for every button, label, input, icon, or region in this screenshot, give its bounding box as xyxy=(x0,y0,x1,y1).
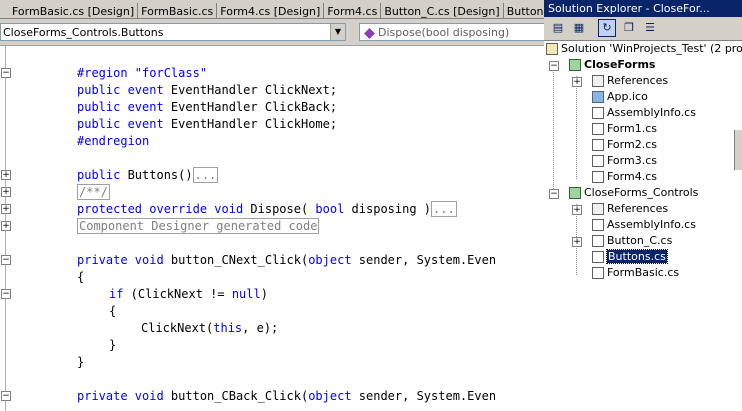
class-dropdown[interactable]: CloseForms_Controls.Buttons ▼ xyxy=(0,23,346,41)
explorer-toolbar: ▤ ▦ ↻ ❐ ☰ xyxy=(544,17,742,41)
code-editor[interactable]: FormBasic.cs [Design] FormBasic.cs Form4.c… xyxy=(0,0,544,411)
code-line: Component Designer generated code xyxy=(77,218,320,235)
collapsed-region[interactable]: Component Designer generated code xyxy=(77,218,320,234)
code-line: public event EventHandler ClickNext; xyxy=(77,83,338,97)
tab-button-c-design[interactable]: Button_C.cs [Design] xyxy=(381,3,504,18)
expand-constructor-icon[interactable]: + xyxy=(1,170,11,180)
view-code-icon[interactable]: ▤ xyxy=(550,20,566,36)
expand-dispose-icon[interactable]: + xyxy=(1,204,11,214)
expand-designer-code-icon[interactable]: + xyxy=(1,221,11,231)
method-icon xyxy=(364,27,375,39)
tree-connector xyxy=(576,76,577,180)
cs-file-icon xyxy=(592,107,604,119)
solution-icon xyxy=(546,43,558,55)
form-file-icon xyxy=(592,171,604,183)
show-all-files-icon[interactable]: ❐ xyxy=(621,20,637,36)
control-file-icon xyxy=(592,235,604,247)
tree-item[interactable]: Form3.cs xyxy=(592,153,657,169)
tree-item-selected[interactable]: Buttons.cs xyxy=(592,249,668,265)
references-icon xyxy=(592,75,604,87)
refresh-icon[interactable]: ↻ xyxy=(598,19,616,37)
form-file-icon xyxy=(592,267,604,279)
code-line: { xyxy=(77,270,85,284)
tree-item[interactable]: App.ico xyxy=(592,89,648,105)
code-line: private void button_CNext_Click(object s… xyxy=(77,253,497,267)
code-line: #region "forClass" xyxy=(77,66,208,80)
expand-icon[interactable]: + xyxy=(572,77,582,87)
form-file-icon xyxy=(592,139,604,151)
collapse-icon[interactable]: − xyxy=(549,189,559,199)
project-node-closeforms-controls[interactable]: CloseForms_Controls xyxy=(569,185,698,201)
code-line: #endregion xyxy=(77,134,150,148)
image-file-icon xyxy=(592,91,604,103)
expand-comment-icon[interactable]: + xyxy=(1,187,11,197)
navigation-bar: CloseForms_Controls.Buttons ▼ Dispose(bo… xyxy=(0,19,544,46)
code-line: public Buttons()... xyxy=(77,167,219,183)
code-area[interactable]: #region "forClass" public event EventHan… xyxy=(14,46,544,411)
code-line: ClickNext(this, e); xyxy=(141,321,279,335)
scrollbar[interactable] xyxy=(734,130,742,170)
collapse-region-icon[interactable]: − xyxy=(1,68,11,78)
csharp-project-icon xyxy=(569,59,581,71)
collapsed-comment[interactable]: /**/ xyxy=(77,184,110,200)
tab-form4-design[interactable]: Form4.cs [Design] xyxy=(217,3,325,18)
references-icon xyxy=(592,203,604,215)
collapsed-block[interactable]: ... xyxy=(192,167,219,183)
code-line: public event EventHandler ClickBack; xyxy=(77,100,338,114)
expand-icon[interactable]: + xyxy=(572,205,582,215)
tree-item[interactable]: AssemblyInfo.cs xyxy=(592,217,696,233)
tab-buttons-design[interactable]: Buttons.cs [De xyxy=(504,3,544,18)
tree-item[interactable]: References xyxy=(592,73,668,89)
collapsed-block[interactable]: ... xyxy=(431,201,457,217)
tree-connector xyxy=(553,68,554,200)
code-line: { xyxy=(109,304,117,318)
solution-tree[interactable]: Solution 'WinProjects_Test' (2 pro − Clo… xyxy=(544,40,742,411)
solution-node[interactable]: Solution 'WinProjects_Test' (2 pro xyxy=(546,41,742,57)
tab-formbasic[interactable]: FormBasic.cs xyxy=(138,3,218,18)
collapse-method2-icon[interactable]: − xyxy=(1,391,11,401)
class-dropdown-value: CloseForms_Controls.Buttons xyxy=(3,26,164,39)
code-line: private void button_CBack_Click(object s… xyxy=(77,389,497,403)
code-line: } xyxy=(77,355,85,369)
tree-item[interactable]: Form4.cs xyxy=(592,169,657,185)
member-dropdown[interactable]: Dispose(bool disposing) xyxy=(359,23,544,41)
chevron-down-icon[interactable]: ▼ xyxy=(330,24,345,40)
expand-icon[interactable]: + xyxy=(572,237,582,247)
collapse-method-icon[interactable]: − xyxy=(1,255,11,265)
code-line: /**/ xyxy=(77,184,110,201)
tree-item[interactable]: AssemblyInfo.cs xyxy=(592,105,696,121)
tree-item[interactable]: Form2.cs xyxy=(592,137,657,153)
form-file-icon xyxy=(592,123,604,135)
tree-item[interactable]: FormBasic.cs xyxy=(592,265,679,281)
properties-icon[interactable]: ☰ xyxy=(642,20,658,36)
solution-explorer-title: Solution Explorer - CloseFor... xyxy=(544,0,742,17)
form-file-icon xyxy=(592,155,604,167)
code-line: if (ClickNext != null) xyxy=(109,287,268,301)
collapse-icon[interactable]: − xyxy=(549,61,559,71)
tab-formbasic-design[interactable]: FormBasic.cs [Design] xyxy=(0,3,139,18)
solution-explorer: Solution Explorer - CloseFor... ▤ ▦ ↻ ❐ … xyxy=(544,0,742,411)
code-line: protected override void Dispose( bool di… xyxy=(77,201,457,217)
tree-item[interactable]: Button_C.cs xyxy=(592,233,672,249)
collapse-if-icon[interactable]: − xyxy=(1,289,11,299)
tab-form4[interactable]: Form4.cs xyxy=(324,3,382,18)
tree-item[interactable]: Form1.cs xyxy=(592,121,657,137)
control-file-icon xyxy=(592,251,604,263)
member-dropdown-value: Dispose(bool disposing) xyxy=(378,26,510,39)
outline-gutter: − + + + + − − − xyxy=(0,46,12,411)
tree-item[interactable]: References xyxy=(592,201,668,217)
document-tabs: FormBasic.cs [Design] FormBasic.cs Form4.c… xyxy=(0,0,544,19)
code-line: public event EventHandler ClickHome; xyxy=(77,117,338,131)
view-designer-icon[interactable]: ▦ xyxy=(571,20,587,36)
code-line: } xyxy=(109,338,117,352)
project-node-closeforms[interactable]: CloseForms xyxy=(569,57,655,73)
cs-file-icon xyxy=(592,219,604,231)
csharp-project-icon xyxy=(569,187,581,199)
